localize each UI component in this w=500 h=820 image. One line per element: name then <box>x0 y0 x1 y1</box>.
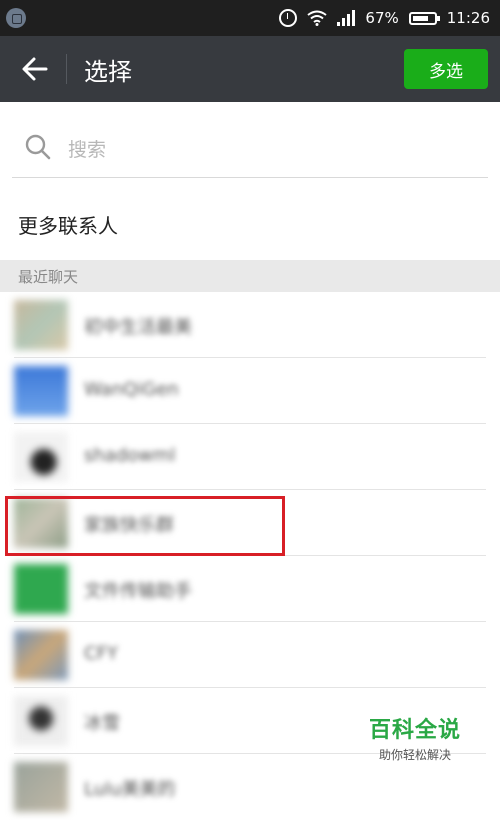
search-placeholder: 搜索 <box>68 139 107 161</box>
chat-name: shadowml <box>84 445 176 466</box>
watermark-subtitle: 助你轻松解决 <box>378 748 451 762</box>
app-notification-icon <box>6 8 26 28</box>
multi-select-button[interactable]: 多选 <box>404 49 488 89</box>
recent-chats-header: 最近聊天 <box>0 260 500 292</box>
back-button[interactable] <box>18 52 52 86</box>
list-item[interactable]: 初中生活最美 <box>0 292 500 358</box>
wifi-icon <box>307 10 328 26</box>
watermark-logo: 百科全说 助你轻松解决 <box>360 712 470 763</box>
avatar <box>14 432 68 482</box>
avatar <box>14 300 68 350</box>
back-arrow-icon <box>22 57 48 81</box>
search-icon <box>25 134 51 160</box>
avatar <box>14 762 68 812</box>
avatar <box>14 696 68 746</box>
section-label: 最近聊天 <box>18 268 79 286</box>
chat-name: 初中生活最美 <box>84 317 192 338</box>
more-contacts-item[interactable]: 更多联系人 <box>0 188 500 260</box>
chat-name: 家族快乐群 <box>84 515 174 536</box>
chat-name: CFY <box>84 643 118 664</box>
chat-name: 冰雪 <box>84 713 120 734</box>
more-contacts-label: 更多联系人 <box>18 214 118 238</box>
avatar <box>14 564 68 614</box>
list-item[interactable]: Lulu美美的 <box>0 754 500 820</box>
list-item[interactable]: 家族快乐群 <box>0 490 500 556</box>
page-title: 选择 <box>84 58 132 86</box>
chat-name: Lulu美美的 <box>84 779 176 800</box>
clock: 11:26 <box>446 9 490 27</box>
list-item[interactable]: CFY <box>0 622 500 688</box>
battery-icon <box>408 11 440 25</box>
list-item[interactable]: 文件传输助手 <box>0 556 500 622</box>
chat-name: 文件传输助手 <box>84 581 192 602</box>
search-input[interactable]: 搜索 <box>12 115 488 178</box>
toolbar: 选择 多选 <box>0 36 500 102</box>
status-bar: 67% 11:26 <box>0 0 500 36</box>
signal-icon <box>337 10 356 26</box>
avatar <box>14 630 68 680</box>
list-item[interactable]: WanQiGen <box>0 358 500 424</box>
list-item[interactable]: shadowml <box>0 424 500 490</box>
avatar <box>14 366 68 416</box>
avatar <box>14 498 68 548</box>
chat-name: WanQiGen <box>84 379 179 400</box>
status-indicators: 67% 11:26 <box>279 0 490 36</box>
toolbar-divider <box>66 54 67 84</box>
battery-percent: 67% <box>365 9 399 27</box>
alarm-icon <box>279 9 298 27</box>
watermark-title: 百科全说 <box>368 718 461 743</box>
